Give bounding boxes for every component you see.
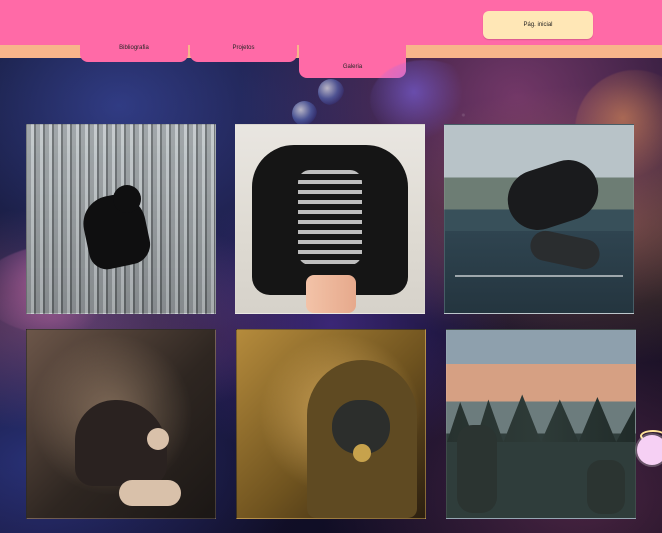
gallery-image-5[interactable] (236, 329, 426, 519)
road-marking (455, 275, 623, 277)
toy-shape (147, 428, 169, 450)
tab-projetos-label: Projetos (232, 45, 255, 51)
angel-sticker-icon (637, 435, 662, 465)
orb-decoration (318, 79, 344, 105)
gallery-image-4[interactable] (26, 329, 216, 519)
tab-bibliografia-label: Bibliografia (119, 45, 149, 51)
mask-filter-shape (353, 444, 371, 462)
home-button[interactable]: Pág. inicial (483, 11, 593, 39)
skeleton-print (298, 170, 362, 265)
home-button-label: Pág. inicial (523, 22, 553, 28)
gallery-image-6[interactable] (446, 329, 636, 519)
legs-shape (306, 275, 356, 313)
gallery-image-3[interactable] (444, 124, 634, 314)
soldier-shape (587, 460, 625, 514)
figure-shape (113, 185, 141, 213)
child-shape (119, 480, 181, 506)
soldier-shape (457, 425, 497, 513)
tab-bibliografia[interactable]: Bibliografia (80, 34, 188, 62)
motorcycle-shape (499, 152, 607, 238)
tab-galeria-label: Galeria (342, 64, 363, 70)
gallery-image-1[interactable] (26, 124, 216, 314)
gallery-image-2[interactable] (235, 124, 425, 314)
tab-projetos[interactable]: Projetos (190, 34, 297, 62)
orb-decoration (292, 101, 317, 126)
